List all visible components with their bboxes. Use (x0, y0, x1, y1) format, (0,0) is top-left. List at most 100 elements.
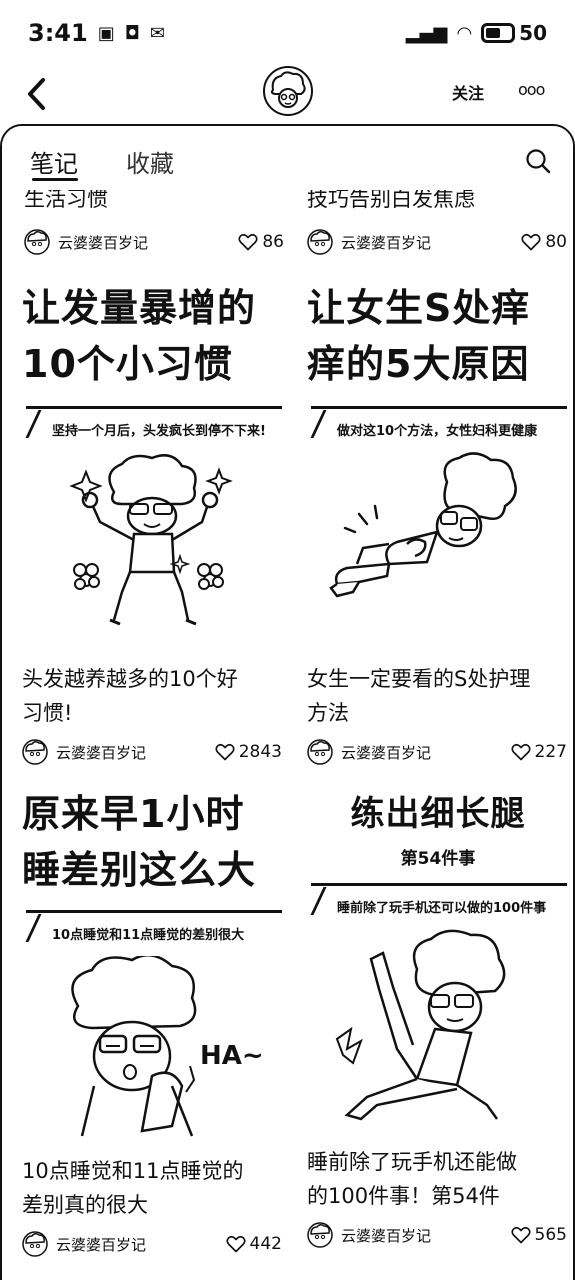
note-title: 差别真的很大 (22, 1193, 148, 1217)
note-cover[interactable]: 让发量暴增的 10个小习惯 坚持一个月后，头发疯长到停不下来! (22, 280, 284, 646)
note-meta: 云婆婆百岁记 86 (24, 226, 284, 258)
status-right: ▂▄▆ ◠ 50 (406, 21, 547, 45)
note-card[interactable]: 原来早1小时 睡差别这么大 10点睡觉和11点睡觉的差别很大 HA~ 10点睡觉… (22, 786, 282, 1260)
note-card[interactable]: 生活习惯 云婆婆百岁记 86 (24, 182, 284, 258)
author-name: 云婆婆百岁记 (56, 743, 147, 762)
like-button[interactable]: 86 (238, 232, 284, 252)
like-button[interactable]: 80 (521, 232, 567, 252)
author-info[interactable]: 云婆婆百岁记 (307, 1222, 431, 1248)
more-options-button[interactable]: ooo (518, 80, 545, 99)
cover-headline: 原来早1小时 (22, 792, 245, 836)
battery-icon (481, 23, 516, 43)
author-avatar-icon (307, 1222, 333, 1248)
like-button[interactable]: 227 (511, 742, 567, 762)
signal-icon: ▂▄▆ (405, 22, 448, 44)
author-avatar-icon (22, 1231, 48, 1257)
grandma-lying-illustration (329, 452, 517, 598)
note-card[interactable]: 让发量暴增的 10个小习惯 坚持一个月后，头发疯长到停不下来! 头发越养越多的1… (22, 280, 282, 768)
cover-headline: 让发量暴增的 (22, 286, 257, 330)
author-name: 云婆婆百岁记 (341, 233, 432, 252)
status-time: 3:41 (28, 19, 88, 47)
note-meta: 云婆婆百岁记 442 (22, 1228, 282, 1260)
like-count: 565 (534, 1225, 567, 1245)
heart-icon (226, 1235, 246, 1253)
heart-icon (511, 1226, 531, 1244)
author-avatar-icon (22, 739, 48, 765)
author-avatar-icon (24, 229, 50, 255)
like-button[interactable]: 2843 (215, 742, 282, 762)
tab-favorites[interactable]: 收藏 (126, 144, 174, 179)
note-title: 方法 (307, 701, 349, 725)
battery-level: 50 (519, 21, 547, 45)
cover-subtitle: 做对这10个方法，女性妇科更健康 (307, 406, 569, 452)
author-info[interactable]: 云婆婆百岁记 (22, 1231, 146, 1257)
like-button[interactable]: 442 (226, 1234, 282, 1254)
cover-subtitle: 睡前除了玩手机还可以做的100件事 (307, 883, 569, 929)
grandma-leg-stretch-illustration (335, 929, 506, 1121)
heart-icon (215, 743, 235, 761)
message-icon: ✉ (149, 22, 165, 44)
note-title: 习惯! (22, 701, 73, 725)
heart-icon (238, 233, 258, 251)
grandma-avatar-icon (266, 69, 310, 113)
like-count: 227 (534, 742, 567, 762)
author-name: 云婆婆百岁记 (56, 1235, 147, 1254)
like-count: 2843 (238, 742, 282, 762)
cover-headline: 痒的5大原因 (307, 342, 530, 386)
heart-icon (521, 233, 541, 251)
grandma-sleepy-illustration: HA~ (71, 953, 264, 1137)
cover-subtitle: 坚持一个月后，头发疯长到停不下来! (22, 406, 284, 452)
content-sheet: 笔记 收藏 生活习惯 云婆婆百岁记 86 技巧告别白发焦虑 云婆婆百岁记 80 … (0, 124, 575, 1280)
like-count: 80 (545, 232, 567, 252)
art-text: HA~ (200, 1041, 264, 1071)
note-card[interactable]: 技巧告别白发焦虑 云婆婆百岁记 80 (307, 182, 567, 258)
battery-indicator: 50 (481, 21, 547, 45)
notification-icon: ▣ (97, 22, 115, 44)
note-meta: 云婆婆百岁记 565 (307, 1219, 567, 1251)
author-name: 云婆婆百岁记 (58, 233, 149, 252)
note-cover[interactable]: 练出细长腿 第54件事 睡前除了玩手机还可以做的100件事 (307, 786, 569, 1143)
cover-headline: 练出细长腿 (350, 794, 526, 834)
like-count: 86 (262, 232, 284, 252)
status-left: 3:41 ▣ ◘ ✉ (28, 19, 165, 47)
search-icon[interactable] (525, 148, 551, 174)
note-title: 的100件事！第54件 (307, 1184, 500, 1208)
author-info[interactable]: 云婆婆百岁记 (24, 229, 148, 255)
note-cover[interactable]: 原来早1小时 睡差别这么大 10点睡觉和11点睡觉的差别很大 HA~ (22, 786, 284, 1150)
note-meta: 云婆婆百岁记 2843 (22, 736, 282, 768)
profile-header: 关注 ooo (0, 66, 575, 120)
active-tab-indicator (32, 178, 78, 181)
chevron-left-icon (28, 78, 45, 110)
note-title: 头发越养越多的10个好 (22, 667, 238, 691)
like-count: 442 (249, 1234, 282, 1254)
note-title: 10点睡觉和11点睡觉的 (22, 1159, 244, 1183)
like-button[interactable]: 565 (511, 1225, 567, 1245)
back-button[interactable] (18, 72, 54, 116)
avatar[interactable] (263, 66, 313, 116)
tab-bar: 笔记 收藏 (2, 126, 573, 190)
tab-notes[interactable]: 笔记 (30, 144, 78, 179)
cover-badge: 第54件事 (400, 849, 476, 869)
note-card[interactable]: 练出细长腿 第54件事 睡前除了玩手机还可以做的100件事 睡前除了玩手机还能做 (307, 786, 567, 1251)
app-icon: ◘ (124, 22, 140, 44)
author-name: 云婆婆百岁记 (341, 1226, 432, 1245)
grandma-cheering-illustration (69, 454, 233, 626)
author-avatar-icon (307, 739, 333, 765)
cover-headline: 睡差别这么大 (22, 848, 257, 892)
note-card[interactable]: 让女生S处痒 痒的5大原因 做对这10个方法，女性妇科更健康 女生一定要看的S处… (307, 280, 567, 768)
note-title: 睡前除了玩手机还能做 (307, 1150, 517, 1174)
status-bar: 3:41 ▣ ◘ ✉ ▂▄▆ ◠ 50 (0, 0, 575, 66)
note-cover[interactable]: 让女生S处痒 痒的5大原因 做对这10个方法，女性妇科更健康 (307, 280, 569, 646)
author-avatar-icon (307, 229, 333, 255)
author-info[interactable]: 云婆婆百岁记 (307, 229, 431, 255)
author-info[interactable]: 云婆婆百岁记 (307, 739, 431, 765)
note-title: 女生一定要看的S处护理 (307, 667, 531, 691)
cover-subtitle: 10点睡觉和11点睡觉的差别很大 (22, 910, 284, 956)
wifi-icon: ◠ (457, 22, 472, 44)
heart-icon (511, 743, 531, 761)
follow-button[interactable]: 关注 (446, 78, 490, 106)
author-name: 云婆婆百岁记 (341, 743, 432, 762)
cover-headline: 让女生S处痒 (307, 286, 531, 330)
note-meta: 云婆婆百岁记 80 (307, 226, 567, 258)
author-info[interactable]: 云婆婆百岁记 (22, 739, 146, 765)
